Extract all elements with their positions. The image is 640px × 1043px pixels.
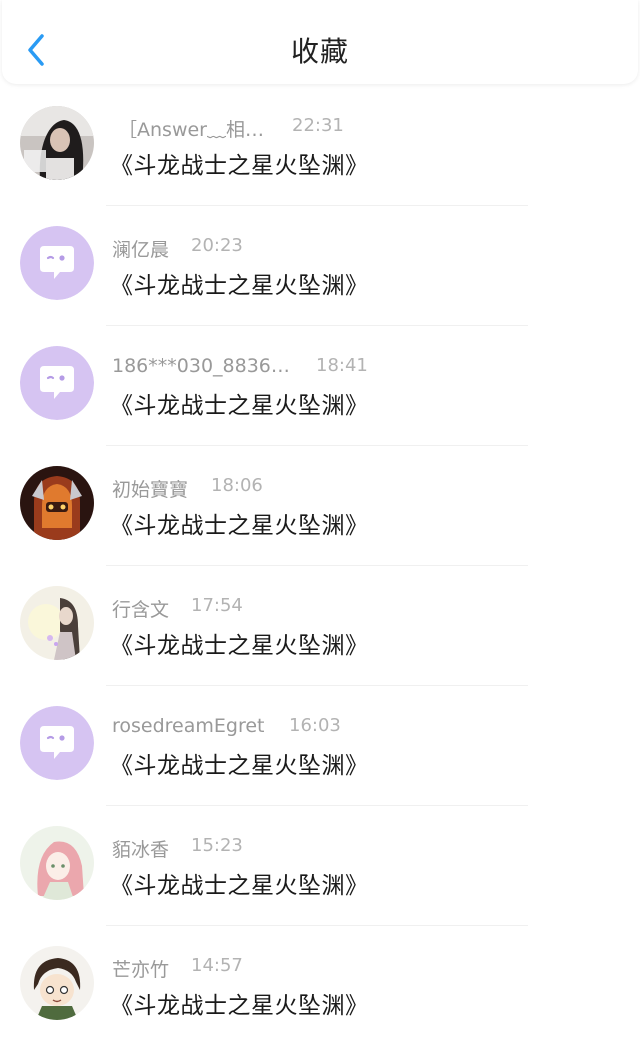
avatar[interactable] bbox=[20, 346, 94, 420]
avatar[interactable] bbox=[20, 946, 94, 1020]
avatar[interactable] bbox=[20, 106, 94, 180]
message-text: 《斗龙战士之星火坠渊》 bbox=[110, 873, 369, 899]
timestamp: 22:31 bbox=[292, 115, 344, 136]
header-bar: 收藏 bbox=[2, 0, 638, 84]
favorites-screen: 收藏 ［Answer﹏相… 22:31 《斗龙战士之星火坠渊》 澜亿晨 20:2… bbox=[0, 0, 640, 1043]
avatar[interactable] bbox=[20, 466, 94, 540]
list-item[interactable]: 貊冰香 15:23 《斗龙战士之星火坠渊》 bbox=[0, 806, 640, 926]
username: 澜亿晨 bbox=[112, 239, 170, 261]
list-item[interactable]: 澜亿晨 20:23 《斗龙战士之星火坠渊》 bbox=[0, 206, 640, 326]
chat-bubble-icon bbox=[20, 706, 94, 780]
timestamp: 18:41 bbox=[316, 355, 368, 376]
chibi-boy-avatar-icon bbox=[20, 946, 94, 1020]
list-item[interactable]: 行含文 17:54 《斗龙战士之星火坠渊》 bbox=[0, 566, 640, 686]
list-item[interactable]: ［Answer﹏相… 22:31 《斗龙战士之星火坠渊》 bbox=[0, 86, 640, 206]
username: 186***030_8836… bbox=[112, 355, 290, 377]
anime-girl-avatar-icon bbox=[20, 586, 94, 660]
username: 芒亦竹 bbox=[112, 959, 170, 981]
list-item[interactable]: 初始寶寶 18:06 《斗龙战士之星火坠渊》 bbox=[0, 446, 640, 566]
helmet-character-avatar-icon bbox=[20, 466, 94, 540]
message-text: 《斗龙战士之星火坠渊》 bbox=[110, 273, 369, 299]
timestamp: 16:03 bbox=[289, 715, 341, 736]
username: 貊冰香 bbox=[112, 839, 170, 861]
list-item[interactable]: rosedreamEgret 16:03 《斗龙战士之星火坠渊》 bbox=[0, 686, 640, 806]
message-text: 《斗龙战士之星火坠渊》 bbox=[110, 393, 369, 419]
username: rosedreamEgret bbox=[112, 715, 265, 737]
message-text: 《斗龙战士之星火坠渊》 bbox=[110, 633, 369, 659]
message-text: 《斗龙战士之星火坠渊》 bbox=[110, 513, 369, 539]
list-item[interactable]: 芒亦竹 14:57 《斗龙战士之星火坠渊》 bbox=[0, 926, 640, 1043]
timestamp: 14:57 bbox=[191, 955, 243, 976]
username: 行含文 bbox=[112, 599, 170, 621]
list-item[interactable]: 186***030_8836… 18:41 《斗龙战士之星火坠渊》 bbox=[0, 326, 640, 446]
timestamp: 17:54 bbox=[191, 595, 243, 616]
message-text: 《斗龙战士之星火坠渊》 bbox=[110, 753, 369, 779]
girl-photo-avatar-icon bbox=[20, 106, 94, 180]
avatar[interactable] bbox=[20, 586, 94, 660]
avatar[interactable] bbox=[20, 226, 94, 300]
message-text: 《斗龙战士之星火坠渊》 bbox=[110, 993, 369, 1019]
favorites-list: ［Answer﹏相… 22:31 《斗龙战士之星火坠渊》 澜亿晨 20:23 《… bbox=[0, 86, 640, 1043]
page-title: 收藏 bbox=[290, 35, 349, 68]
username: ［Answer﹏相… bbox=[118, 119, 264, 141]
timestamp: 18:06 bbox=[211, 475, 263, 496]
chat-bubble-icon bbox=[20, 226, 94, 300]
timestamp: 20:23 bbox=[191, 235, 243, 256]
timestamp: 15:23 bbox=[191, 835, 243, 856]
username: 初始寶寶 bbox=[112, 479, 189, 501]
avatar[interactable] bbox=[20, 706, 94, 780]
message-text: 《斗龙战士之星火坠渊》 bbox=[110, 153, 369, 179]
chat-bubble-icon bbox=[20, 346, 94, 420]
avatar[interactable] bbox=[20, 826, 94, 900]
pink-hair-girl-avatar-icon bbox=[20, 826, 94, 900]
